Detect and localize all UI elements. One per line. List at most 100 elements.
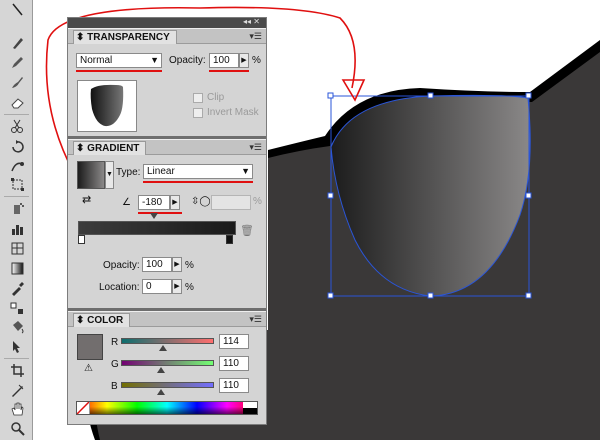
opacity-unit: % bbox=[252, 55, 261, 66]
mesh-tool-icon[interactable] bbox=[8, 240, 26, 257]
expand-arrows-icon: ⬍ bbox=[76, 32, 85, 43]
red-channel-value: 114 bbox=[223, 336, 239, 347]
stop-opacity-stepper[interactable]: ▶ bbox=[172, 257, 182, 272]
stop-opacity-input[interactable]: 100 bbox=[142, 257, 172, 272]
red-underline bbox=[143, 181, 253, 183]
red-underline bbox=[209, 70, 249, 72]
red-channel-slider[interactable] bbox=[121, 338, 214, 344]
aspect-ratio-input[interactable] bbox=[211, 195, 251, 210]
eyedropper-tool-icon[interactable] bbox=[8, 280, 26, 297]
free-transform-tool-icon[interactable] bbox=[8, 176, 26, 193]
blend-mode-select[interactable]: Normal ▼ bbox=[76, 53, 162, 68]
panel-group: ◂◂ ✕ ⬍ TRANSPARENCY ▾☰ Normal ▼ Opacity:… bbox=[67, 17, 267, 425]
blend-tool-icon[interactable] bbox=[8, 300, 26, 317]
none-swatch[interactable] bbox=[76, 401, 90, 415]
gradient-tab[interactable]: ⬍ GRADIENT bbox=[73, 141, 147, 155]
invert-mask-checkbox[interactable] bbox=[193, 108, 203, 118]
chevron-down-icon: ▼ bbox=[150, 55, 159, 65]
hand-tool-icon[interactable] bbox=[8, 400, 26, 417]
panel-grip-bar[interactable]: ◂◂ ✕ bbox=[68, 17, 266, 28]
blue-channel-slider[interactable] bbox=[121, 382, 214, 388]
scissors-tool-icon[interactable] bbox=[8, 118, 26, 135]
transparency-panel-header[interactable]: ⬍ TRANSPARENCY ▾☰ bbox=[68, 28, 266, 44]
transparency-title: TRANSPARENCY bbox=[87, 32, 170, 43]
transparency-tab[interactable]: ⬍ TRANSPARENCY bbox=[73, 30, 177, 44]
gradient-stop-left[interactable] bbox=[78, 235, 85, 244]
red-channel-thumb[interactable] bbox=[158, 345, 167, 351]
red-channel-input[interactable]: 114 bbox=[219, 334, 249, 349]
green-channel-slider[interactable] bbox=[121, 360, 214, 366]
green-channel-input[interactable]: 110 bbox=[219, 356, 249, 371]
warp-tool-icon[interactable] bbox=[8, 158, 26, 175]
gradient-panel-header[interactable]: ⬍ GRADIENT ▾☰ bbox=[68, 139, 266, 155]
angle-stepper[interactable]: ▶ bbox=[170, 195, 180, 210]
angle-value: -180 bbox=[142, 197, 163, 208]
opacity-label: Opacity: bbox=[169, 55, 206, 66]
crop-tool-icon[interactable] bbox=[8, 362, 26, 379]
midpoint-diamond[interactable] bbox=[150, 213, 158, 219]
location-input[interactable]: 0 bbox=[142, 279, 172, 294]
zoom-tool-icon[interactable] bbox=[8, 420, 26, 437]
gradient-stop-right[interactable] bbox=[226, 235, 233, 244]
type-label: Type: bbox=[116, 167, 141, 178]
none-swatch-icon bbox=[76, 401, 90, 415]
angle-input[interactable]: -180 bbox=[138, 195, 170, 210]
pencil-tool-icon[interactable] bbox=[8, 54, 26, 71]
opacity-input[interactable]: 100 bbox=[209, 53, 239, 68]
chevron-down-icon: ▼ bbox=[241, 166, 250, 176]
red-underline bbox=[76, 70, 162, 72]
live-paint-tool-icon[interactable] bbox=[8, 318, 26, 335]
trash-icon[interactable]: 🗑 bbox=[240, 224, 254, 237]
gradient-title: GRADIENT bbox=[87, 143, 140, 154]
fill-color-swatch[interactable] bbox=[77, 334, 103, 360]
rotate-tool-icon[interactable] bbox=[8, 138, 26, 155]
pen-tool-icon[interactable] bbox=[8, 34, 26, 51]
symbol-sprayer-tool-icon[interactable] bbox=[8, 200, 26, 217]
gradient-swatch-dropdown[interactable]: ▼ bbox=[105, 161, 114, 189]
location-stepper[interactable]: ▶ bbox=[172, 279, 182, 294]
location-value: 0 bbox=[146, 281, 152, 292]
brush-tool-icon[interactable] bbox=[8, 74, 26, 91]
green-channel-value: 110 bbox=[223, 358, 239, 369]
location-unit: % bbox=[185, 282, 194, 293]
eraser-tool-icon[interactable] bbox=[8, 94, 26, 111]
stop-opacity-value: 100 bbox=[146, 259, 163, 270]
color-spectrum-ramp[interactable] bbox=[76, 401, 258, 415]
clip-checkbox[interactable] bbox=[193, 93, 203, 103]
color-title: COLOR bbox=[87, 315, 124, 326]
direct-selection-tool-icon[interactable] bbox=[8, 2, 26, 19]
invert-mask-label: Invert Mask bbox=[207, 107, 259, 118]
gradient-slider[interactable] bbox=[78, 221, 236, 235]
mask-thumbnail[interactable] bbox=[77, 80, 137, 132]
aspect-unit: % bbox=[253, 196, 262, 207]
color-panel-header[interactable]: ⬍ COLOR ▾☰ bbox=[68, 311, 266, 327]
gradient-type-select[interactable]: Linear ▼ bbox=[143, 164, 253, 179]
graph-tool-icon[interactable] bbox=[8, 220, 26, 237]
reverse-gradient-icon[interactable]: ⇄ bbox=[82, 193, 91, 206]
gradient-tool-icon[interactable] bbox=[8, 260, 26, 277]
angle-icon: ∠ bbox=[122, 197, 131, 208]
collapse-close-icon[interactable]: ◂◂ ✕ bbox=[243, 17, 260, 26]
black-white-swatch[interactable] bbox=[243, 402, 257, 414]
opacity-stepper[interactable]: ▶ bbox=[239, 53, 249, 68]
red-channel-label: R bbox=[111, 337, 119, 348]
blue-channel-value: 110 bbox=[223, 380, 239, 391]
object-thumbnail bbox=[90, 84, 124, 127]
gradient-type-value: Linear bbox=[147, 166, 175, 177]
panel-menu-icon[interactable]: ▾☰ bbox=[249, 31, 262, 42]
color-tab[interactable]: ⬍ COLOR bbox=[73, 313, 131, 327]
panel-menu-icon[interactable]: ▾☰ bbox=[249, 314, 262, 325]
panel-menu-icon[interactable]: ▾☰ bbox=[249, 142, 262, 153]
stop-opacity-unit: % bbox=[185, 260, 194, 271]
blue-channel-thumb[interactable] bbox=[157, 389, 166, 395]
gradient-swatch[interactable] bbox=[77, 161, 105, 189]
opacity-value: 100 bbox=[213, 55, 230, 66]
red-underline bbox=[138, 212, 182, 214]
blue-channel-label: B bbox=[111, 381, 118, 392]
expand-arrows-icon: ⬍ bbox=[76, 315, 85, 326]
blue-channel-input[interactable]: 110 bbox=[219, 378, 249, 393]
live-paint-selection-tool-icon[interactable] bbox=[8, 338, 26, 355]
stop-opacity-label: Opacity: bbox=[103, 260, 140, 271]
green-channel-thumb[interactable] bbox=[157, 367, 166, 373]
slice-tool-icon[interactable] bbox=[8, 382, 26, 399]
